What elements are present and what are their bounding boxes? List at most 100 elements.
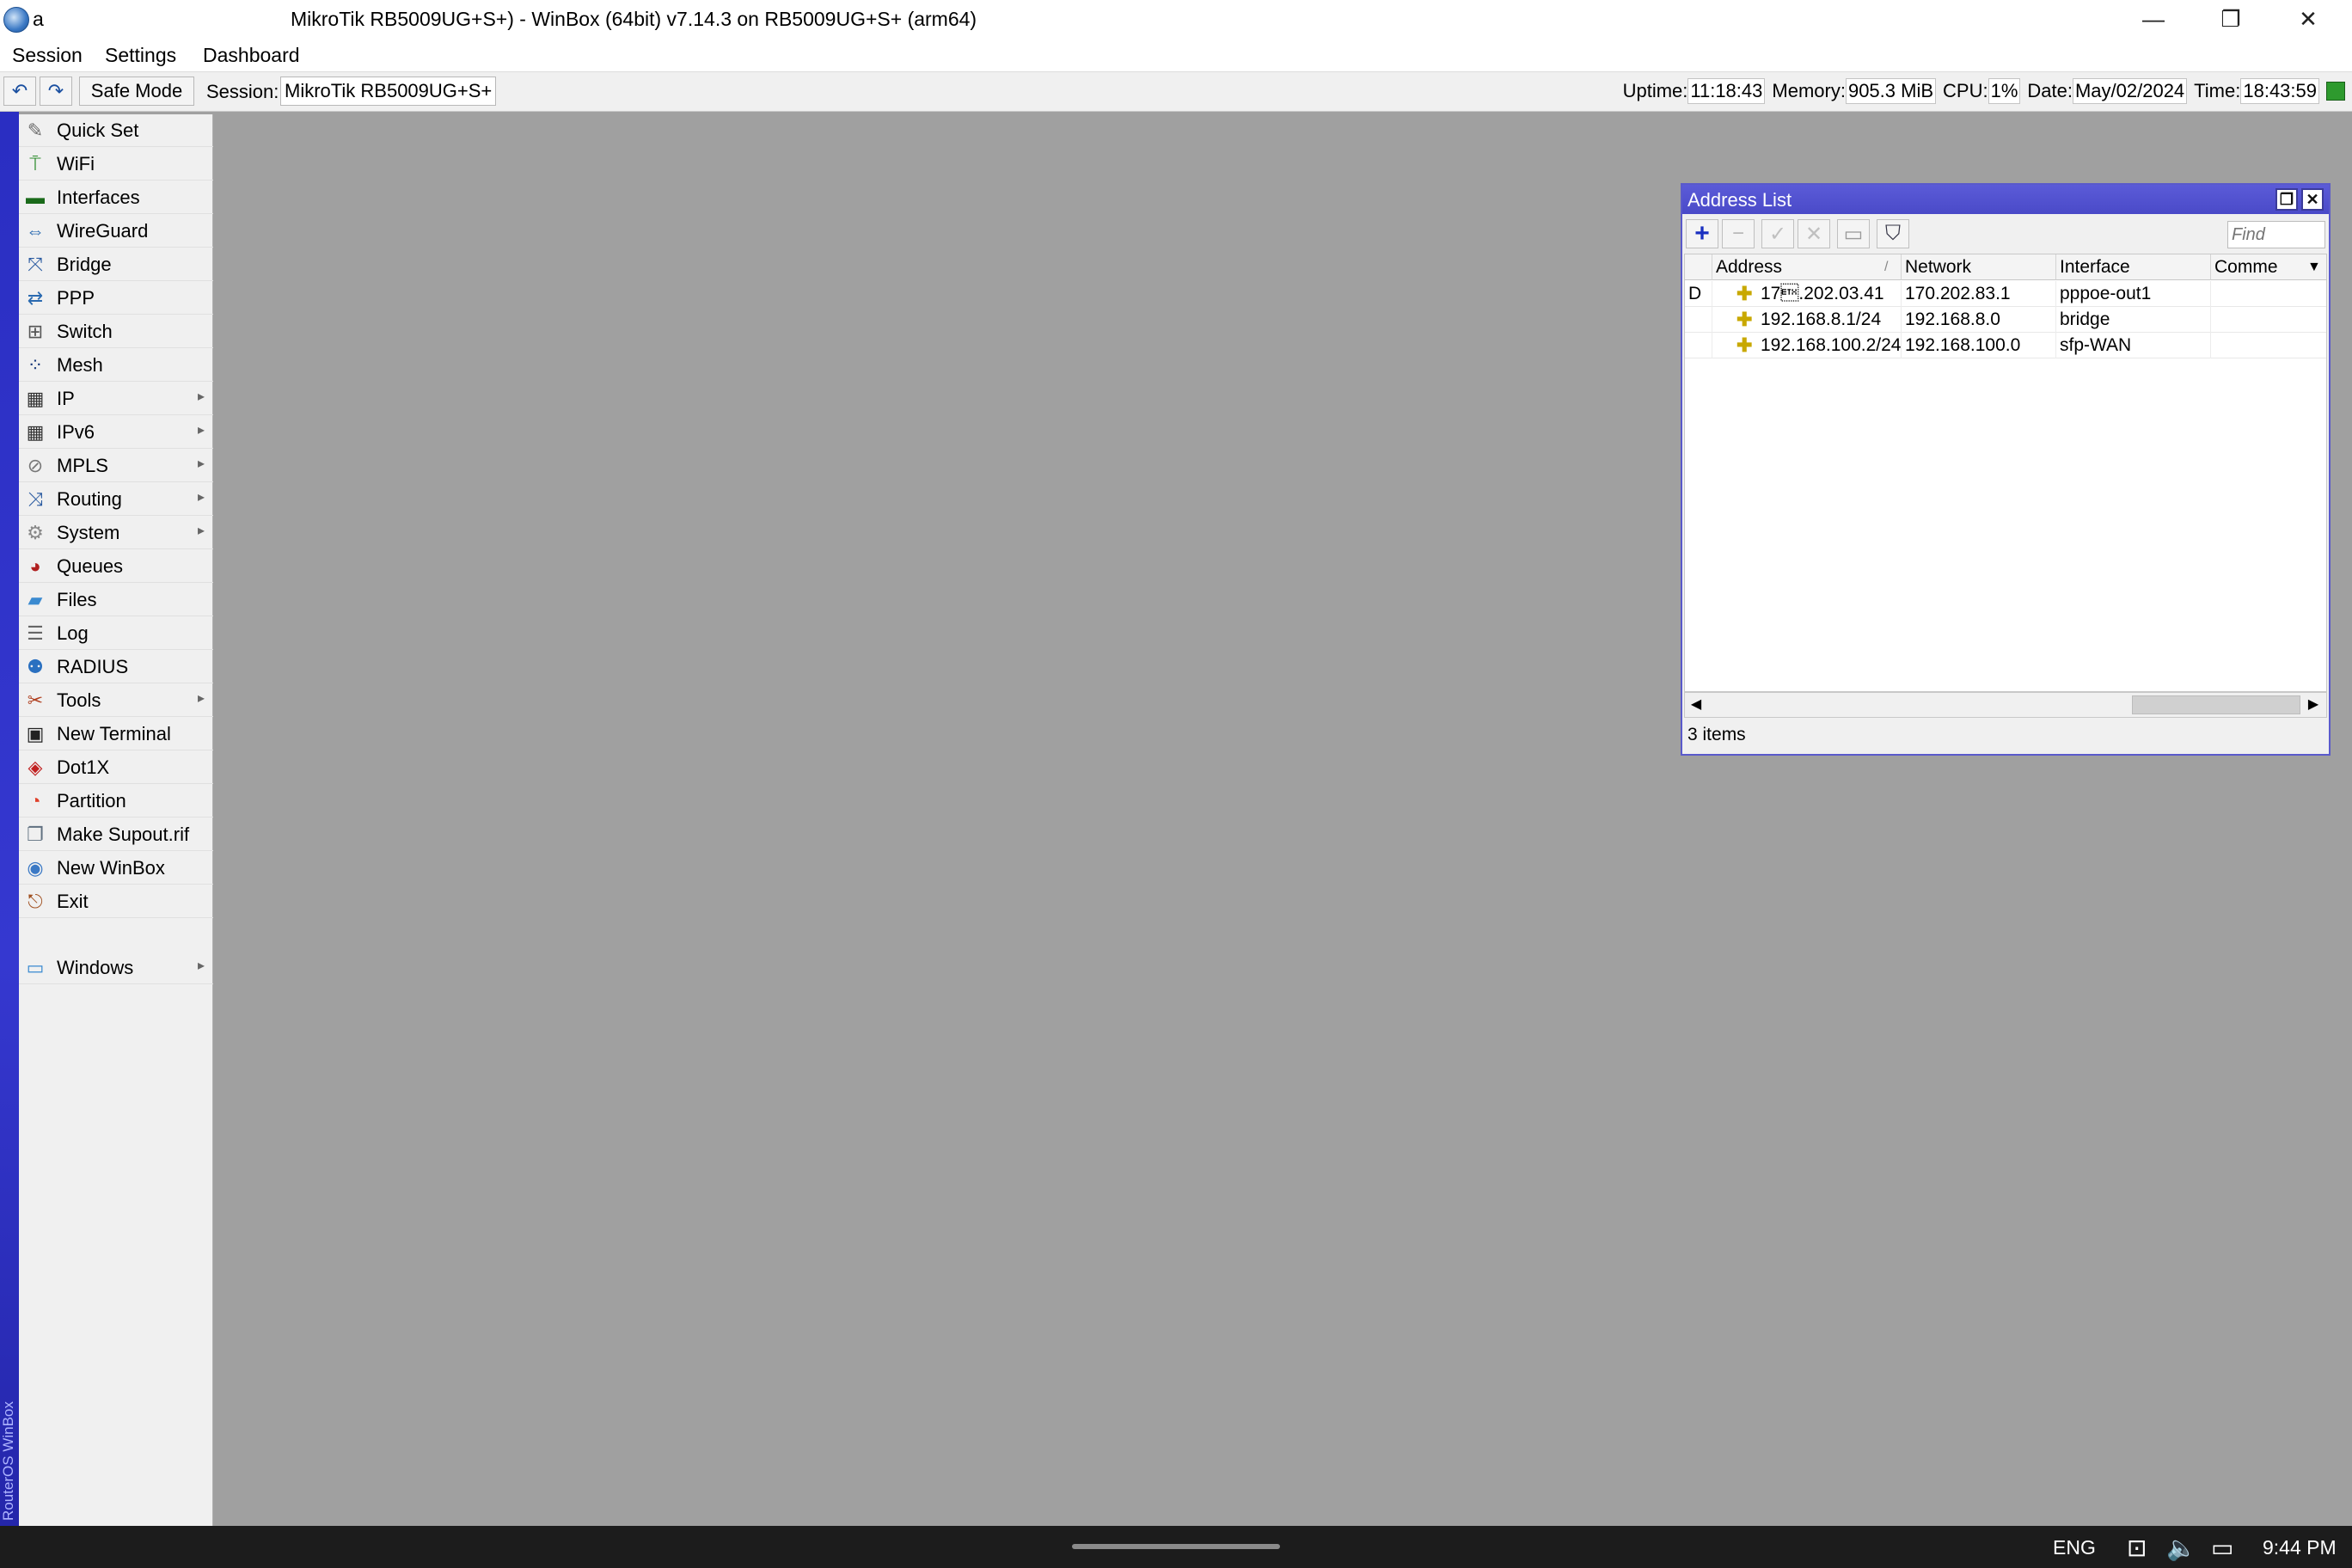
network-icon[interactable]: ⊡ (2127, 1534, 2147, 1562)
volume-icon[interactable]: 🔈 (2166, 1534, 2196, 1562)
comment-header-label: Comme (2214, 257, 2278, 277)
sidebar-item-ip[interactable]: ▦ IP ▸ (19, 383, 213, 415)
sidebar-item-ppp[interactable]: ⇄ PPP (19, 282, 213, 315)
bridge-icon: ⤧ (28, 253, 43, 275)
home-indicator[interactable] (1072, 1544, 1280, 1549)
submenu-arrow-icon: ▸ (197, 524, 205, 538)
window-titlebar: a MikroTik RB5009UG+S+) - WinBox (64bit)… (0, 0, 2352, 38)
remove-button[interactable]: − (1722, 219, 1755, 248)
memory-value: 905.3 MiB (1845, 78, 1937, 104)
sidebar-item-bridge[interactable]: ⤧ Bridge (19, 248, 213, 281)
sidebar-item-switch[interactable]: ⊞ Switch (19, 315, 213, 348)
sidebar-item-label: MPLS (57, 454, 108, 476)
exit-icon: ⎋ (28, 890, 43, 912)
disable-button[interactable]: ✕ (1798, 219, 1830, 248)
column-header-network[interactable]: Network (1902, 254, 2056, 280)
sidebar-item-windows[interactable]: ▭ Windows ▸ (19, 952, 213, 984)
sidebar-item-new-winbox[interactable]: ◉ New WinBox (19, 852, 213, 885)
address-list-titlebar[interactable]: Address List ❐ ✕ (1682, 185, 2329, 214)
menu-dashboard[interactable]: Dashboard (203, 44, 300, 67)
language-indicator[interactable]: ENG (2053, 1536, 2096, 1559)
clock[interactable]: 9:44 PM (2263, 1536, 2337, 1559)
cell-flag (1685, 307, 1712, 333)
cell-network: 192.168.100.0 (1902, 333, 2056, 358)
add-button[interactable]: + (1686, 219, 1718, 248)
restore-window-button[interactable]: ❐ (2275, 188, 2298, 211)
sidebar-item-wifi[interactable]: ⍑ WiFi (19, 148, 213, 181)
menu-settings[interactable]: Settings (105, 44, 176, 67)
cpu-label: CPU: (1943, 80, 1988, 101)
scroll-right-icon[interactable]: ▶ (2304, 695, 2323, 714)
sidebar-item-ipv6[interactable]: ▦ IPv6 ▸ (19, 416, 213, 449)
ipv6-icon: ▦ (26, 420, 45, 443)
sidebar-item-dot1x[interactable]: ◈ Dot1X (19, 751, 213, 784)
radius-icon: ⚉ (27, 655, 44, 677)
close-button[interactable]: ✕ (2269, 0, 2347, 38)
redo-button[interactable]: ↷ (40, 77, 72, 106)
find-input[interactable] (2227, 221, 2325, 248)
sidebar-item-tools[interactable]: ✂ Tools ▸ (19, 684, 213, 717)
column-header-interface[interactable]: Interface (2056, 254, 2211, 280)
cell-network: 192.168.8.0 (1902, 307, 2056, 333)
maximize-button[interactable]: ❐ (2192, 0, 2269, 38)
item-count: 3 items (1687, 725, 1746, 744)
sidebar-item-make-supout-rif[interactable]: ❐ Make Supout.rif (19, 818, 213, 851)
brand-strip: RouterOS WinBox (0, 112, 19, 1526)
table-row[interactable]: 192.168.100.2/24 192.168.100.0 sfp-WAN ✚ (1685, 333, 2326, 358)
sidebar-item-partition[interactable]: ◔ Partition (19, 785, 213, 818)
gear-icon: ⚙ (27, 521, 44, 543)
sidebar-item-system[interactable]: ⚙ System ▸ (19, 517, 213, 549)
sidebar-item-label: Log (57, 622, 89, 644)
sidebar-item-routing[interactable]: ⤨ Routing ▸ (19, 483, 213, 516)
minimize-button[interactable]: — (2115, 0, 2192, 38)
sort-indicator: / (1884, 260, 1889, 274)
scroll-left-icon[interactable]: ◀ (1687, 695, 1706, 714)
sidebar-item-wireguard[interactable]: ⇔ WireGuard (19, 215, 213, 248)
sidebar-item-label: WireGuard (57, 219, 149, 242)
table-row[interactable]: 192.168.8.1/24 192.168.8.0 bridge ✚ (1685, 307, 2326, 333)
enable-button[interactable]: ✓ (1761, 219, 1794, 248)
sidebar-item-quick-set[interactable]: ✎ Quick Set (19, 114, 213, 147)
scroll-thumb[interactable] (2132, 695, 2300, 714)
sidebar-item-mesh[interactable]: ⁘ Mesh (19, 349, 213, 382)
table-row[interactable]: D 17.202.03.41 170.202.83.1 pppoe-out1 ✚ (1685, 281, 2326, 307)
column-header-comment[interactable]: Comme ▼ (2211, 254, 2326, 280)
address-entry-icon: ✚ (1736, 334, 1753, 356)
column-header-address[interactable]: Address / (1712, 254, 1902, 280)
sidebar-item-label: Quick Set (57, 119, 139, 141)
sidebar-item-log[interactable]: ☰ Log (19, 617, 213, 650)
sidebar-item-label: Partition (57, 789, 126, 812)
comment-button[interactable]: ▭ (1837, 219, 1870, 248)
sidebar-item-label: PPP (57, 286, 95, 309)
window-title: MikroTik RB5009UG+S+) - WinBox (64bit) v… (291, 8, 977, 30)
sidebar-item-new-terminal[interactable]: ▣ New Terminal (19, 718, 213, 750)
sidebar-item-label: Tools (57, 689, 101, 711)
address-table: Address / Network Interface Comme ▼ D 17… (1684, 254, 2327, 692)
safe-mode-button[interactable]: Safe Mode (79, 77, 194, 106)
address-entry-icon: ✚ (1736, 309, 1753, 330)
partition-icon: ◔ (29, 789, 41, 812)
sidebar-item-label: IPv6 (57, 420, 95, 443)
tools-icon: ✂ (27, 689, 44, 711)
sidebar-item-interfaces[interactable]: ▬ Interfaces (19, 181, 213, 214)
sidebar-item-queues[interactable]: ◕ Queues (19, 550, 213, 583)
filter-icon[interactable]: ⛉ (1877, 219, 1909, 248)
sidebar-item-mpls[interactable]: ⊘ MPLS ▸ (19, 450, 213, 482)
sidebar-item-exit[interactable]: ⎋ Exit (19, 885, 213, 918)
column-header-flag[interactable] (1685, 254, 1712, 280)
cell-flag: D (1685, 281, 1712, 307)
sidebar-item-label: Files (57, 588, 97, 610)
menu-session[interactable]: Session (12, 44, 83, 67)
close-window-button[interactable]: ✕ (2301, 188, 2324, 211)
sidebar-item-files[interactable]: ▰ Files (19, 584, 213, 616)
submenu-arrow-icon: ▸ (197, 959, 205, 973)
address-list-window: Address List ❐ ✕ + − ✓ ✕ ▭ ⛉ Address / N… (1681, 183, 2331, 756)
antenna-icon: ⍑ (29, 152, 41, 175)
sidebar-item-radius[interactable]: ⚉ RADIUS (19, 651, 213, 683)
undo-button[interactable]: ↶ (3, 77, 36, 106)
taskbar: ENG ⊡ 🔈 ▭ 9:44 PM (0, 1526, 2352, 1568)
horizontal-scrollbar[interactable]: ◀ ▶ (1684, 692, 2327, 718)
sidebar-item-label: Make Supout.rif (57, 823, 190, 845)
battery-icon[interactable]: ▭ (2211, 1534, 2233, 1562)
column-menu-icon[interactable]: ▼ (2307, 254, 2321, 279)
